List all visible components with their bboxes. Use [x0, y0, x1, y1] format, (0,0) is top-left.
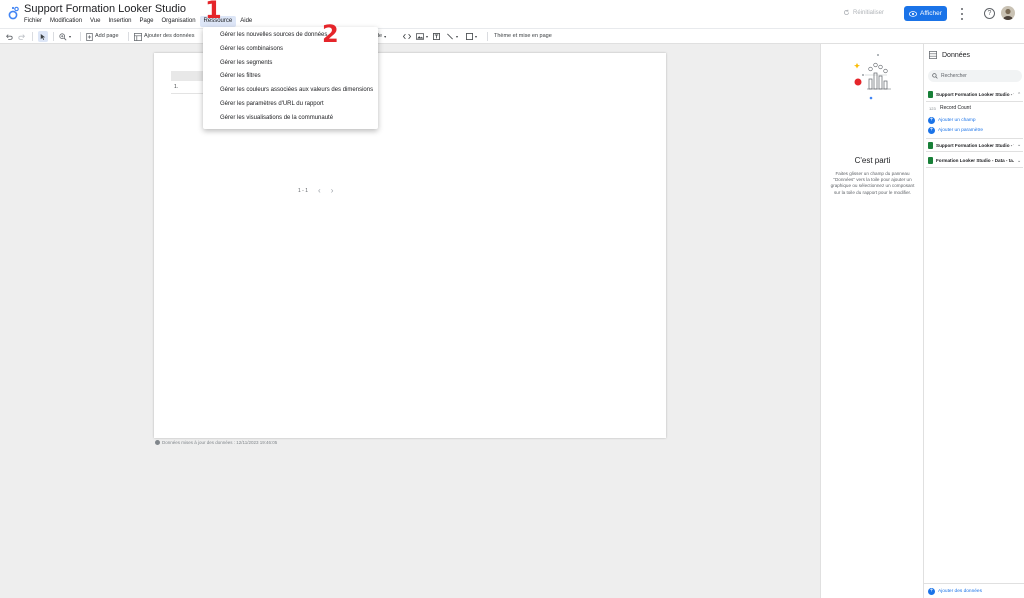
data-panel: Données Support Formation Looker Studio …	[923, 44, 1024, 598]
line-icon[interactable]: ▾	[446, 31, 458, 42]
chevron-right-icon[interactable]: ›	[331, 186, 334, 195]
data-source-row[interactable]: Support Formation Looker Studio - t... ⌄	[926, 138, 1023, 152]
expand-icon[interactable]: ⌃	[1017, 92, 1021, 98]
redo-icon[interactable]	[18, 31, 26, 42]
expand-icon[interactable]: ⌄	[1017, 158, 1021, 164]
menu-page[interactable]: Page	[136, 16, 158, 27]
menu-item-manage-filters[interactable]: Gérer les filtres	[203, 70, 378, 84]
plus-circle-icon: +	[928, 588, 935, 595]
shape-icon[interactable]: ▾	[466, 31, 477, 42]
add-field-label: Ajouter un champ	[938, 118, 976, 123]
add-page-icon	[86, 32, 93, 41]
plus-circle-icon: +	[928, 127, 935, 134]
add-data-icon	[134, 32, 142, 41]
app-header: Support Formation Looker Studio Fichier …	[0, 0, 1024, 28]
getting-started-description: Faites glisser un champ du panneau "Donn…	[830, 171, 915, 195]
menu-item-manage-blends[interactable]: Gérer les combinaisons	[203, 43, 378, 57]
data-source-name: Formation Looker Studio - Data - ta...	[936, 158, 1014, 163]
info-icon	[155, 440, 160, 445]
add-data-button[interactable]: Ajouter des données	[134, 31, 194, 42]
looker-studio-logo-icon[interactable]	[8, 6, 20, 20]
menu-item-manage-data-sources[interactable]: Gérer les nouvelles sources de données	[203, 29, 378, 43]
resource-dropdown-menu: Gérer les nouvelles sources de données G…	[203, 27, 378, 129]
code-icon[interactable]	[403, 31, 411, 42]
chevron-left-icon[interactable]: ‹	[318, 186, 321, 195]
getting-started-title: C'est parti	[854, 156, 891, 165]
table-row-number: 1.	[174, 84, 179, 90]
last-refresh-text: Données mises à jour des données : 12/11…	[162, 440, 278, 445]
menu-file[interactable]: Fichier	[20, 16, 46, 27]
plus-circle-icon: +	[928, 117, 935, 124]
search-icon	[932, 73, 938, 79]
add-page-button[interactable]: Add page	[86, 31, 119, 42]
table-row-divider	[171, 93, 203, 94]
data-panel-header: Données	[929, 51, 970, 59]
canvas-area: 1. 1 - 1 ‹ › Données mises à jour des do…	[0, 44, 820, 598]
reset-icon	[843, 9, 850, 16]
add-page-label: Add page	[95, 33, 119, 39]
menu-item-manage-community-viz[interactable]: Gérer les visualisations de la communaut…	[203, 112, 378, 126]
data-source-row[interactable]: Formation Looker Studio - Data - ta... ⌄	[926, 154, 1023, 168]
annotation-step-2: 2	[322, 20, 339, 48]
theme-layout-label: Thème et mise en page	[494, 33, 552, 39]
data-source-name: Support Formation Looker Studio - t...	[936, 92, 1014, 97]
pagination-range: 1 - 1	[298, 187, 309, 194]
add-data-button[interactable]: + Ajouter des données	[928, 588, 982, 595]
menu-edit[interactable]: Modification	[46, 16, 86, 27]
last-refresh-status: Données mises à jour des données : 12/11…	[155, 440, 277, 445]
menu-item-manage-url-parameters[interactable]: Gérer les paramètres d'URL du rapport	[203, 98, 378, 112]
report-title[interactable]: Support Formation Looker Studio	[24, 3, 186, 15]
menu-arrange[interactable]: Organisation	[158, 16, 200, 27]
undo-icon[interactable]	[5, 31, 13, 42]
view-button[interactable]: Afficher	[904, 6, 947, 21]
menu-item-manage-segments[interactable]: Gérer les segments	[203, 57, 378, 71]
user-avatar-icon	[1003, 8, 1013, 20]
expand-icon[interactable]: ⌄	[1017, 142, 1021, 148]
properties-panel: C'est parti Faites glisser un champ du p…	[820, 44, 923, 598]
google-sheets-icon	[928, 141, 933, 149]
table-pagination: 1 - 1 ‹ ›	[298, 186, 333, 195]
toolbar: ▾ Add page Ajouter des données de ▾ ▾ ▾ ▾…	[0, 28, 1024, 44]
image-icon[interactable]: ▾	[416, 31, 428, 42]
data-source-row[interactable]: Support Formation Looker Studio - t... ⌃	[926, 88, 1023, 102]
add-data-footer: + Ajouter des données	[924, 583, 1024, 598]
add-parameter-button[interactable]: + Ajouter un paramètre	[928, 127, 983, 134]
annotation-step-1: 1	[205, 0, 222, 24]
field-row[interactable]: 123 Record Count	[929, 105, 971, 111]
google-sheets-icon	[928, 157, 933, 164]
table-icon	[929, 51, 937, 59]
menu-help[interactable]: Aide	[236, 16, 256, 27]
add-parameter-label: Ajouter un paramètre	[938, 128, 984, 133]
zoom-icon[interactable]: ▾	[59, 31, 71, 42]
theme-layout-button[interactable]: Thème et mise en page	[494, 31, 552, 42]
more-vert-icon[interactable]	[959, 8, 965, 20]
add-data-label: Ajouter des données	[938, 589, 983, 594]
data-search-field[interactable]	[928, 70, 1022, 82]
field-name: Record Count	[940, 105, 971, 111]
data-panel-title: Données	[942, 51, 971, 59]
chart-illustration-icon	[854, 54, 891, 100]
reset-button[interactable]: Réinitialiser	[843, 9, 884, 16]
reset-label: Réinitialiser	[853, 9, 885, 16]
menu-view[interactable]: Vue	[86, 16, 104, 27]
number-type-icon: 123	[929, 105, 936, 111]
select-tool-icon[interactable]	[38, 31, 48, 42]
data-source-name: Support Formation Looker Studio - t...	[936, 142, 1014, 148]
view-label: Afficher	[920, 10, 942, 17]
text-box-icon[interactable]	[433, 31, 440, 42]
add-field-button[interactable]: + Ajouter un champ	[928, 117, 976, 124]
avatar[interactable]	[1001, 6, 1015, 20]
google-sheets-icon	[928, 91, 933, 98]
table-header[interactable]	[171, 71, 203, 81]
add-data-label: Ajouter des données	[144, 33, 195, 39]
search-input[interactable]	[941, 73, 1021, 79]
menu-item-manage-dimension-colors[interactable]: Gérer les couleurs associées aux valeurs…	[203, 84, 378, 98]
menu-insert[interactable]: Insertion	[104, 16, 135, 27]
eye-icon	[909, 10, 918, 17]
help-icon[interactable]: ?	[984, 8, 995, 19]
